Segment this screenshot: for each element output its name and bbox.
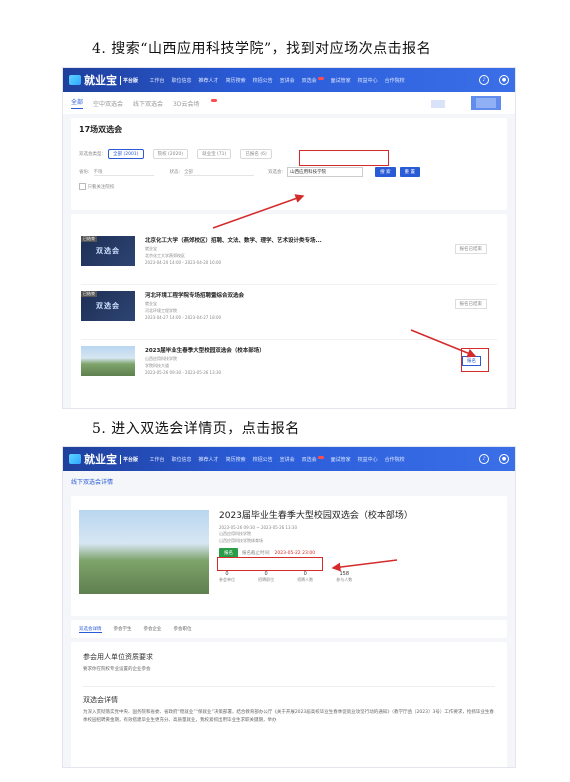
brand-logo[interactable]: 就业宝 平台版 <box>69 451 140 467</box>
nav-item-talks[interactable]: 宣讲会 <box>280 456 295 463</box>
highlight-detail-apply <box>217 557 323 571</box>
fair-detail-title: 2023届毕业生春季大型校园双选会（校本部场） <box>219 511 413 521</box>
detail-subtabs: 双选会详情 参会学生 参会企业 参会职位 <box>71 620 507 638</box>
fair-detail-org: 山西应用科技学院 <box>219 531 251 536</box>
deadline-label: 报名截止时间: <box>242 551 271 556</box>
deadline-value: 2023-05-22 23:00 <box>274 550 316 556</box>
step-5-heading: 5. 进入双选会详情页，点击报名 <box>92 421 300 437</box>
screenshot-search: 就业宝 平台版 工作台 职位信息 推荐人才 简历搜索 校招公告 宣讲会 双选会 … <box>62 67 516 409</box>
fair-detail-time: 2023-05-26 09:30 ~ 2023-05-26 13:30 <box>219 525 297 530</box>
subtab-detail[interactable]: 双选会详情 <box>79 626 102 633</box>
step-4-heading: 4. 搜索“山西应用科技学院”，找到对应场次点击报名 <box>92 41 432 57</box>
detail-section-text: 为深入贯彻落实党中央、国务院和省委、省政府“稳就业”“保就业”决策部署，结合教育… <box>83 710 494 723</box>
annotation-arrow <box>331 559 398 572</box>
stat-headcount: 0 招聘人数 <box>297 571 314 582</box>
nav-item-resume[interactable]: 简历搜索 <box>226 456 246 463</box>
nav-item-schools[interactable]: 合作院校 <box>385 456 405 463</box>
requirements-title: 参会用人单位资质要求 <box>83 653 153 661</box>
detail-section-title: 双选会详情 <box>83 696 118 704</box>
subtab-companies[interactable]: 参会企业 <box>144 626 162 632</box>
top-navbar: 就业宝 平台版 工作台 职位信息 推荐人才 简历搜索 校招公告 宣讲会 双选会 … <box>63 447 515 471</box>
hot-badge <box>317 455 324 459</box>
screenshot-detail: 就业宝 平台版 工作台 职位信息 推荐人才 简历搜索 校招公告 宣讲会 双选会 … <box>62 446 516 768</box>
user-icon[interactable]: ● <box>499 454 509 464</box>
detail-content: 参会用人单位资质要求 要求你在院校专业设置的企业参会 双选会详情 为深入贯彻落实… <box>71 642 507 767</box>
nav-item-notices[interactable]: 校招公告 <box>253 456 273 463</box>
bell-icon[interactable]: ♪ <box>479 454 489 464</box>
annotation-arrows <box>212 194 477 358</box>
stat-positions: 0 招聘职位 <box>258 571 275 582</box>
nav-item-rights[interactable]: 权益中心 <box>358 456 378 463</box>
subtab-students[interactable]: 参会学生 <box>114 626 132 632</box>
logo-icon <box>69 454 81 464</box>
stat-units: 0 参会单位 <box>219 571 235 582</box>
breadcrumb[interactable]: 线下双选会详情 <box>63 471 515 492</box>
nav-item-interview[interactable]: 面试管家 <box>331 456 351 463</box>
fair-photo <box>79 510 209 594</box>
fair-detail-place: 山西应用科技学院体育场 <box>219 538 263 543</box>
nav-item-talent[interactable]: 推荐人才 <box>199 456 219 463</box>
nav-item-jobs[interactable]: 职位信息 <box>172 456 192 463</box>
requirements-text: 要求你在院校专业设置的企业参会 <box>83 667 151 672</box>
fair-summary: 2023届毕业生春季大型校园双选会（校本部场） 2023-05-26 09:30… <box>71 496 507 616</box>
nav-item-fairs[interactable]: 双选会 <box>302 455 324 463</box>
subtab-positions[interactable]: 参会职位 <box>174 626 192 632</box>
nav-item-workbench[interactable]: 工作台 <box>150 456 165 463</box>
